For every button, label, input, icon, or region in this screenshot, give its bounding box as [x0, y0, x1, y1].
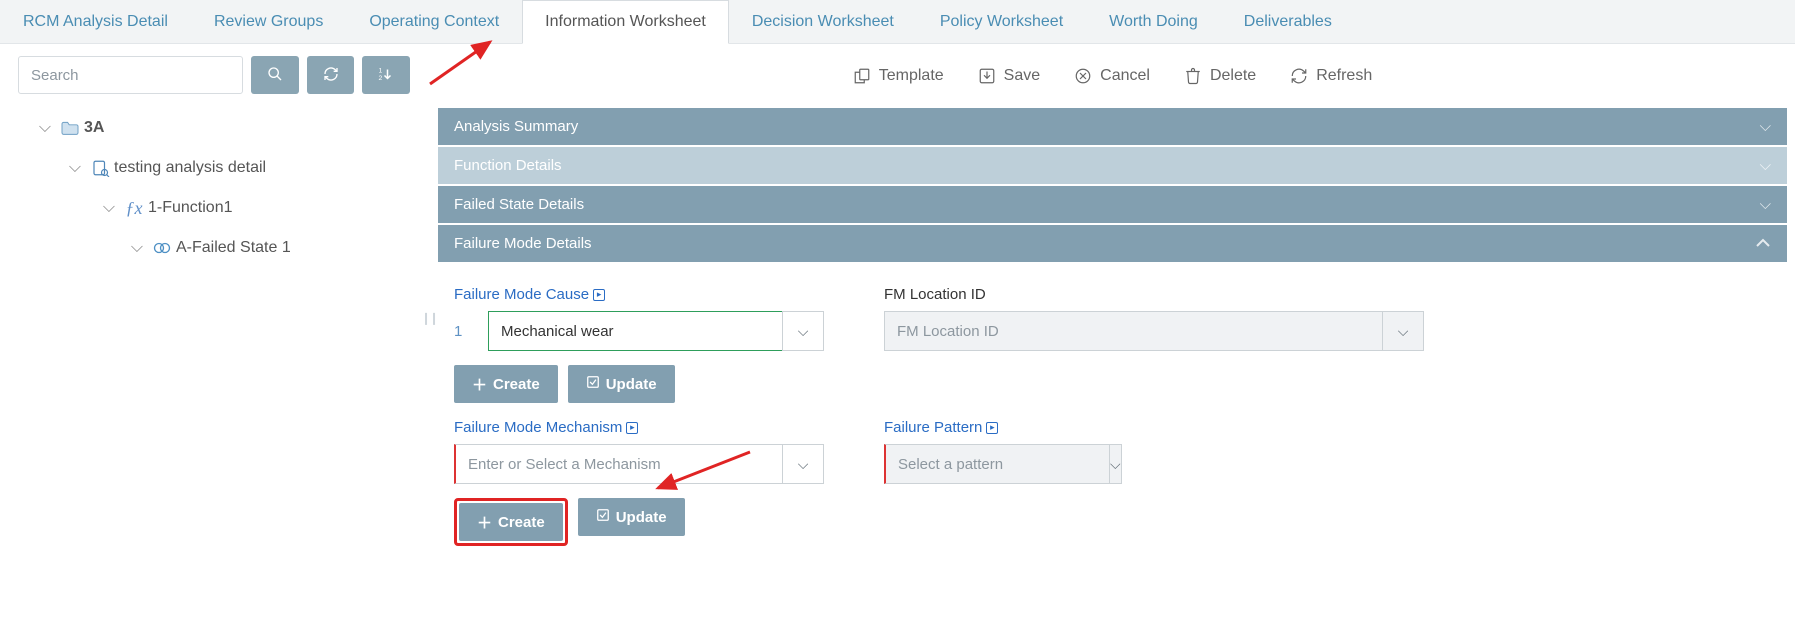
button-label: Update — [616, 509, 667, 526]
update-icon — [596, 508, 610, 526]
tab-worth-doing[interactable]: Worth Doing — [1086, 0, 1221, 43]
failure-mode-cause-input[interactable] — [488, 311, 782, 351]
main-toolbar: Template Save Cancel Delete — [438, 44, 1787, 108]
chevron-down-icon: ⌵ — [1398, 323, 1409, 340]
fm-location-input[interactable] — [884, 311, 1382, 351]
pane-splitter[interactable]: ❙❙ — [420, 44, 438, 591]
refresh-tree-button[interactable] — [307, 56, 355, 94]
create-mechanism-button[interactable]: ＋ Create — [459, 503, 563, 541]
update-mechanism-button[interactable]: Update — [578, 498, 685, 536]
failure-pattern-input[interactable] — [884, 444, 1109, 484]
chevron-down-icon[interactable]: ⌵ — [34, 119, 56, 137]
update-icon — [586, 375, 600, 393]
tab-operating-context[interactable]: Operating Context — [346, 0, 522, 43]
section-title: Analysis Summary — [454, 118, 578, 135]
dropdown-toggle[interactable]: ⌵ — [782, 311, 824, 351]
toolbar-label: Save — [1004, 67, 1040, 85]
template-icon — [853, 67, 871, 85]
button-label: Update — [606, 376, 657, 393]
failure-mode-form: Failure Mode Cause ▸ 1 ⌵ ＋ Create — [438, 264, 1787, 566]
cancel-icon — [1074, 67, 1092, 85]
chevron-up-icon — [1755, 235, 1771, 252]
chevron-down-icon: ⌵ — [798, 456, 809, 473]
sort-button[interactable]: 12 — [362, 56, 410, 94]
analysis-icon — [86, 159, 114, 177]
refresh-icon — [323, 66, 339, 85]
svg-text:2: 2 — [379, 75, 383, 82]
search-button[interactable] — [251, 56, 299, 94]
tab-rcm-analysis-detail[interactable]: RCM Analysis Detail — [0, 0, 191, 43]
button-label: Create — [498, 514, 545, 531]
tab-deliverables[interactable]: Deliverables — [1221, 0, 1355, 43]
chevron-down-icon[interactable]: ⌵ — [98, 199, 120, 217]
failure-mode-cause-label[interactable]: Failure Mode Cause ▸ — [454, 286, 824, 303]
toolbar-label: Cancel — [1100, 67, 1150, 85]
template-button[interactable]: Template — [853, 67, 944, 85]
refresh-icon — [1290, 67, 1308, 85]
tree-node-label: 1-Function1 — [148, 199, 233, 217]
chevron-down-icon[interactable]: ⌵ — [126, 239, 148, 257]
folder-icon — [56, 120, 84, 136]
failed-state-icon — [148, 239, 176, 257]
tree-node-label: 3A — [84, 119, 104, 137]
tab-review-groups[interactable]: Review Groups — [191, 0, 346, 43]
svg-text:1: 1 — [379, 67, 383, 74]
search-icon — [267, 66, 283, 85]
toolbar-label: Template — [879, 67, 944, 85]
chevron-down-icon: ⌵ — [798, 323, 809, 340]
failure-mode-mechanism-input[interactable] — [454, 444, 782, 484]
tree-node-root[interactable]: ⌵ 3A — [18, 108, 410, 148]
toolbar-label: Delete — [1210, 67, 1256, 85]
create-cause-button[interactable]: ＋ Create — [454, 365, 558, 403]
function-icon: ƒx — [126, 198, 143, 219]
cause-index: 1 — [454, 311, 488, 351]
refresh-button[interactable]: Refresh — [1290, 67, 1372, 85]
delete-icon — [1184, 67, 1202, 85]
section-analysis-summary[interactable]: Analysis Summary ⌵ — [438, 108, 1787, 145]
cancel-button[interactable]: Cancel — [1074, 67, 1150, 85]
search-input[interactable] — [18, 56, 243, 94]
failure-pattern-label[interactable]: Failure Pattern ▸ — [884, 419, 1114, 436]
chevron-down-icon: ⌵ — [1110, 456, 1121, 473]
chevron-down-icon[interactable]: ⌵ — [64, 159, 86, 177]
section-title: Failed State Details — [454, 196, 584, 213]
toolbar-label: Refresh — [1316, 67, 1372, 85]
tree-node-label: A-Failed State 1 — [176, 239, 291, 257]
dropdown-toggle[interactable]: ⌵ — [782, 444, 824, 484]
fm-location-label: FM Location ID — [884, 286, 1424, 303]
sort-icon: 12 — [377, 66, 395, 85]
tab-information-worksheet[interactable]: Information Worksheet — [522, 0, 729, 44]
section-failed-state-details[interactable]: Failed State Details ⌵ — [438, 186, 1787, 223]
chevron-down-icon: ⌵ — [1760, 196, 1771, 213]
highlight-annotation: ＋ Create — [454, 498, 568, 546]
plus-icon: ＋ — [472, 374, 487, 395]
tab-policy-worksheet[interactable]: Policy Worksheet — [917, 0, 1086, 43]
section-title: Function Details — [454, 157, 562, 174]
tree-node-function[interactable]: ⌵ ƒx 1-Function1 — [18, 188, 410, 228]
save-button[interactable]: Save — [978, 67, 1040, 85]
button-label: Create — [493, 376, 540, 393]
update-cause-button[interactable]: Update — [568, 365, 675, 403]
chevron-down-icon: ⌵ — [1760, 118, 1771, 135]
tree-node-failed-state[interactable]: ⌵ A-Failed State 1 — [18, 228, 410, 268]
info-icon: ▸ — [593, 289, 605, 301]
dropdown-toggle[interactable]: ⌵ — [1382, 311, 1424, 351]
nav-tree: ⌵ 3A ⌵ testing analysis detail ⌵ ƒx 1-Fu… — [18, 108, 410, 268]
tree-node-analysis[interactable]: ⌵ testing analysis detail — [18, 148, 410, 188]
delete-button[interactable]: Delete — [1184, 67, 1256, 85]
section-title: Failure Mode Details — [454, 235, 592, 252]
info-icon: ▸ — [626, 422, 638, 434]
section-function-details[interactable]: Function Details ⌵ — [438, 147, 1787, 184]
section-failure-mode-details[interactable]: Failure Mode Details — [438, 225, 1787, 262]
plus-icon: ＋ — [477, 512, 492, 533]
failure-mode-mechanism-label[interactable]: Failure Mode Mechanism ▸ — [454, 419, 824, 436]
save-icon — [978, 67, 996, 85]
dropdown-toggle[interactable]: ⌵ — [1109, 444, 1122, 484]
tab-decision-worksheet[interactable]: Decision Worksheet — [729, 0, 917, 43]
tree-node-label: testing analysis detail — [114, 159, 266, 177]
tab-bar: RCM Analysis Detail Review Groups Operat… — [0, 0, 1795, 44]
info-icon: ▸ — [986, 422, 998, 434]
chevron-down-icon: ⌵ — [1760, 157, 1771, 174]
